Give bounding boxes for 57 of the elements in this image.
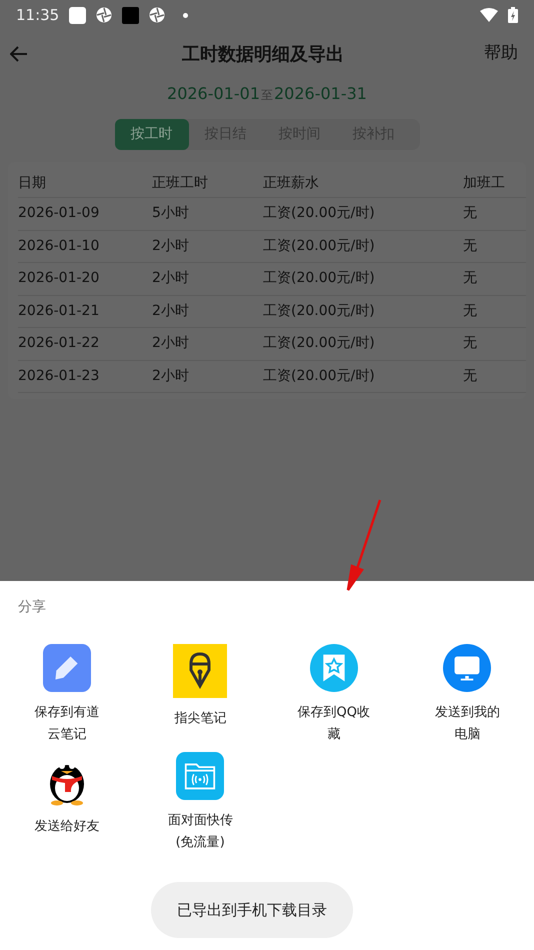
table-cell-text: 工资(20.00元/时): [263, 334, 376, 354]
end-date[interactable]: 2026-01-31: [274, 82, 367, 106]
fountain-pen-icon: [173, 644, 228, 698]
column-header: 日期: [18, 174, 47, 193]
table-cell-text: 2小时: [152, 334, 190, 354]
table-cell-text: 2小时: [152, 236, 190, 256]
app-notification-icon: [69, 6, 86, 24]
share-target-label: 保存到QQ收藏: [296, 704, 371, 744]
share-target-label: 保存到有道云笔记: [33, 704, 100, 744]
back-arrow-icon[interactable]: [10, 46, 28, 62]
wifi-icon: [480, 8, 498, 22]
table-cell-text: 2026-01-09: [18, 204, 100, 224]
table-cell-text: 无: [463, 236, 478, 256]
table-cell-text: 2小时: [152, 366, 190, 386]
tab[interactable]: 按工时: [114, 119, 188, 150]
column-header: 正班薪水: [263, 174, 320, 193]
table-cell-text: 2026-01-10: [18, 236, 100, 256]
table-cell-text: 工资(20.00元/时): [263, 366, 376, 386]
share-target-label: 指尖笔记: [173, 710, 228, 728]
table-cell-text: 工资(20.00元/时): [263, 302, 376, 321]
aperture-icon: [149, 7, 166, 23]
share-target[interactable]: 保存到有道云笔记: [0, 644, 134, 746]
column-header: 正班工时: [152, 174, 209, 193]
table-cell-text: 工资(20.00元/时): [263, 269, 376, 288]
more-notifications-icon: [183, 12, 188, 18]
share-title: 分享: [17, 598, 47, 617]
table-cell-text: 2小时: [152, 269, 190, 288]
table-cell-text: 无: [463, 204, 478, 224]
column-header: 加班工: [463, 174, 506, 193]
table-cell-text: 工资(20.00元/时): [263, 204, 376, 224]
status-time: 11:35: [16, 4, 60, 26]
share-target[interactable]: 保存到QQ收藏: [267, 644, 400, 746]
share-target[interactable]: 发送给好友: [0, 752, 134, 854]
table-cell-text: 2026-01-21: [18, 302, 100, 321]
table-cell-text: 5小时: [152, 204, 190, 224]
table-cell-text: 无: [463, 366, 478, 386]
table-cell-text: 工资(20.00元/时): [263, 236, 376, 256]
share-target[interactable]: 发送到我的电脑: [400, 644, 534, 746]
toast-message: 已导出到手机下载目录: [151, 882, 353, 938]
help-link[interactable]: 帮助: [484, 41, 524, 67]
share-target[interactable]: 面对面快传(免流量): [134, 752, 267, 854]
table-cell-text: 2小时: [152, 302, 190, 321]
app-notification-icon: [122, 6, 140, 24]
share-target[interactable]: 指尖笔记: [134, 644, 267, 746]
table-cell-text: 无: [463, 334, 478, 354]
battery-icon: [508, 7, 518, 23]
page-title: 工时数据明细及导出: [181, 42, 345, 66]
table-cell-text: 2026-01-23: [18, 366, 100, 386]
table-cell-text: 无: [463, 269, 478, 288]
table-cell-text: 无: [463, 302, 478, 321]
aperture-icon: [96, 7, 112, 23]
table-cell-text: 2026-01-22: [18, 334, 100, 354]
share-target-label: 面对面快传(免流量): [166, 812, 234, 852]
start-date[interactable]: 2026-01-01: [167, 82, 260, 106]
share-target-label: 发送到我的电脑: [434, 704, 501, 744]
share-target-label: 发送给好友: [33, 818, 100, 836]
table-cell-text: 2026-01-20: [18, 269, 100, 288]
